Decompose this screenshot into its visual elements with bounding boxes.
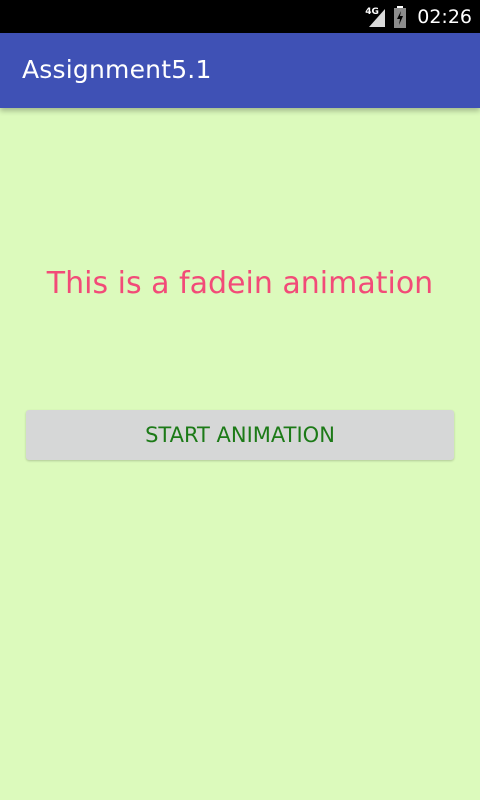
start-animation-button[interactable]: START ANIMATION xyxy=(26,410,454,460)
status-bar: 4G 02:26 xyxy=(0,0,480,33)
app-title: Assignment5.1 xyxy=(22,55,212,84)
status-clock: 02:26 xyxy=(417,5,472,28)
app-bar: Assignment5.1 xyxy=(0,33,480,108)
fade-animation-text: This is a fadein animation xyxy=(46,266,434,301)
network-indicator: 4G xyxy=(365,5,387,29)
status-icons: 4G 02:26 xyxy=(365,0,472,33)
network-type-label: 4G xyxy=(365,6,379,17)
app-screen: 4G 02:26 Assignment5.1 This is a fadein … xyxy=(0,0,480,800)
battery-icon xyxy=(394,5,407,28)
